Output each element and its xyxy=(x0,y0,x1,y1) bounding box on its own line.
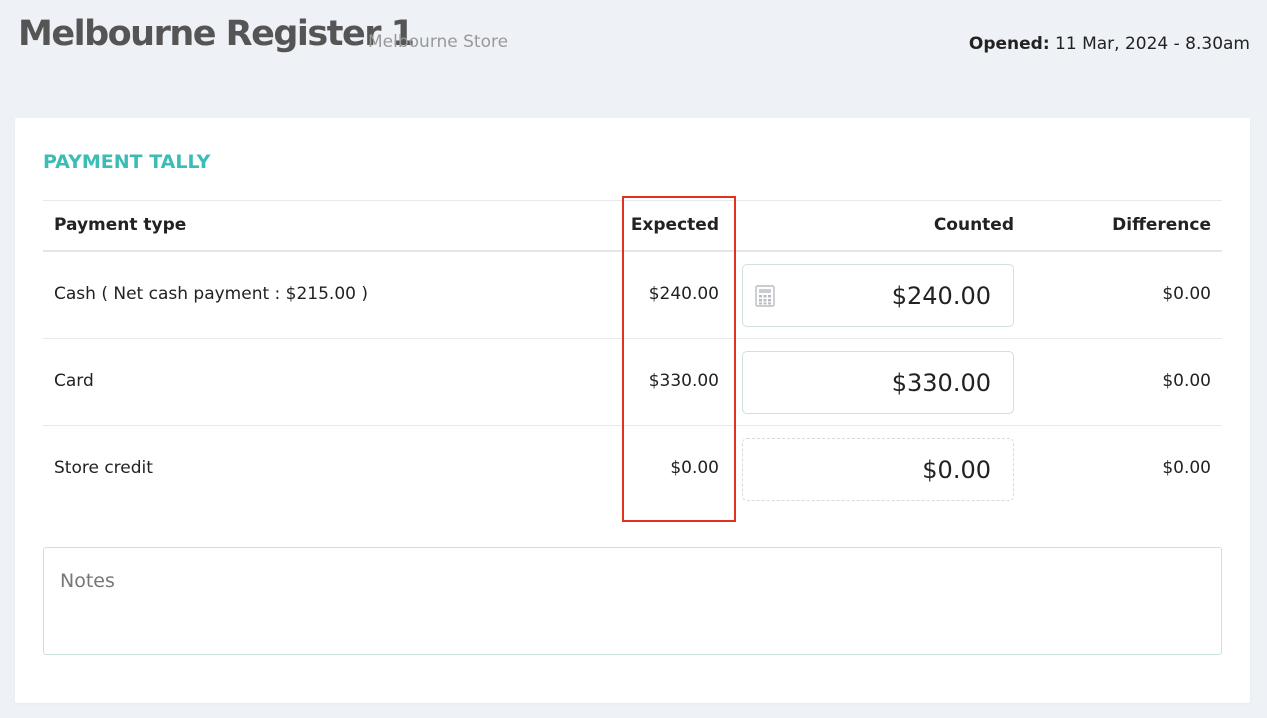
counted-input-card[interactable]: $330.00 xyxy=(742,351,1014,414)
counted-value[interactable]: $330.00 xyxy=(892,369,991,397)
table-row-cash: Cash ( Net cash payment : $215.00 ) $240… xyxy=(43,252,1222,339)
payment-tally-card: PAYMENT TALLY Payment type Expected Coun… xyxy=(15,118,1250,703)
difference-cell: $0.00 xyxy=(1162,284,1211,304)
opened-value: 11 Mar, 2024 - 8.30am xyxy=(1049,34,1250,54)
table-header: Payment type Expected Counted Difference xyxy=(43,200,1222,252)
counted-input-cash[interactable]: $240.00 xyxy=(742,264,1014,327)
store-name: Melbourne Store xyxy=(368,32,509,52)
expected-cell: $0.00 xyxy=(670,458,719,478)
counted-value[interactable]: $240.00 xyxy=(892,282,991,310)
section-title: PAYMENT TALLY xyxy=(43,151,211,173)
column-header-payment-type: Payment type xyxy=(54,215,187,235)
opened-label: Opened: xyxy=(968,34,1050,54)
table-row-card: Card $330.00 $330.00 $0.00 xyxy=(43,339,1222,426)
page-header: Melbourne Register 1 Melbourne Store Ope… xyxy=(18,14,1250,64)
payment-type-cell: Cash ( Net cash payment : $215.00 ) xyxy=(54,284,369,304)
expected-cell: $240.00 xyxy=(648,284,719,304)
counted-input-store-credit[interactable]: $0.00 xyxy=(742,438,1014,501)
difference-cell: $0.00 xyxy=(1162,371,1211,391)
counted-value[interactable]: $0.00 xyxy=(922,456,991,484)
payment-tally-table: Payment type Expected Counted Difference… xyxy=(43,200,1222,513)
payment-type-cell: Card xyxy=(54,371,94,391)
table-row-store-credit: Store credit $0.00 $0.00 $0.00 xyxy=(43,426,1222,513)
difference-cell: $0.00 xyxy=(1162,458,1211,478)
payment-type-cell: Store credit xyxy=(54,458,153,478)
expected-cell: $330.00 xyxy=(648,371,719,391)
calculator-icon[interactable] xyxy=(755,285,775,307)
opened-info: Opened: 11 Mar, 2024 - 8.30am xyxy=(969,34,1250,54)
notes-textarea[interactable] xyxy=(43,547,1222,655)
column-header-counted: Counted xyxy=(933,215,1014,235)
column-header-expected: Expected xyxy=(630,215,719,235)
register-title: Melbourne Register 1 xyxy=(18,14,415,54)
column-header-difference: Difference xyxy=(1112,215,1211,235)
